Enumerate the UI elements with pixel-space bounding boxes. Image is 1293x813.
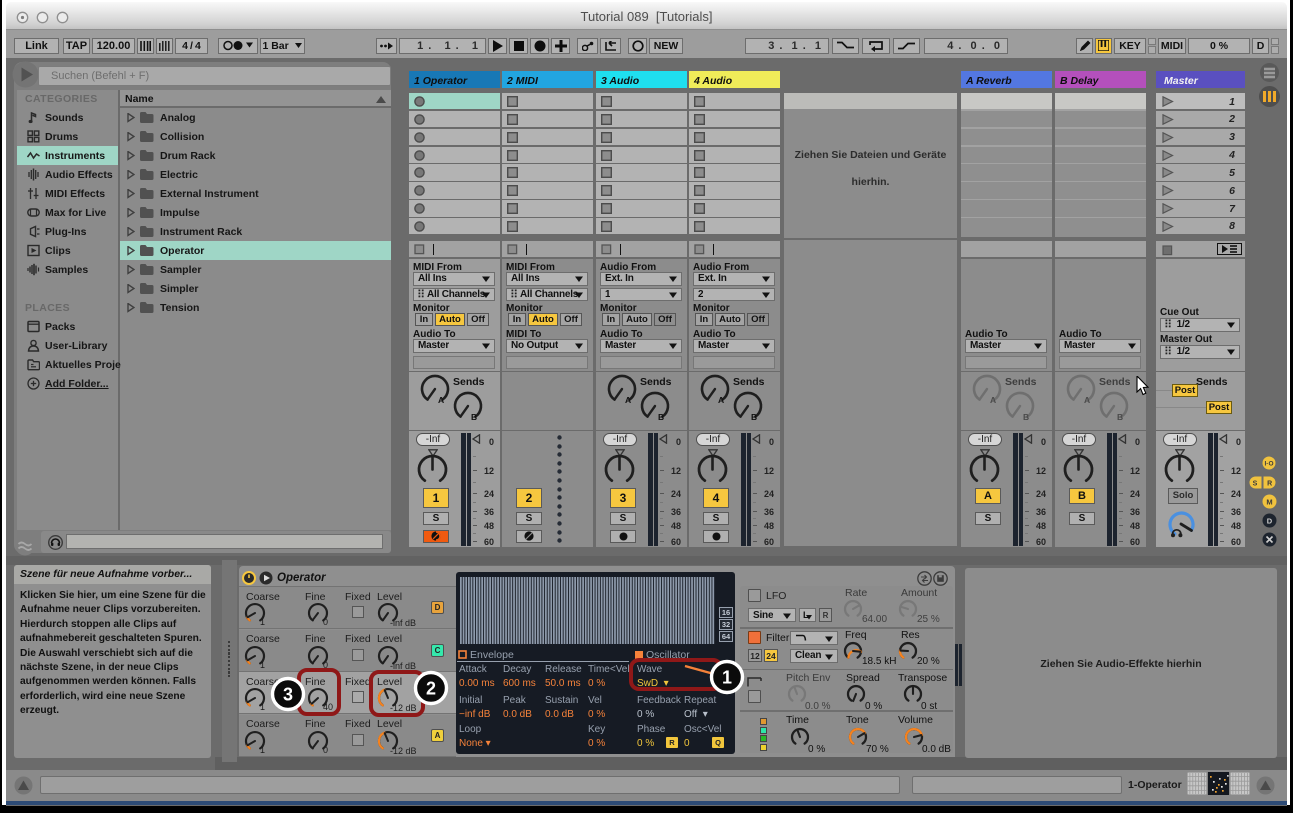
svg-text:2: 2 xyxy=(426,679,436,699)
svg-text:S: S xyxy=(1253,481,1258,488)
svg-text:I·O: I·O xyxy=(1264,461,1273,468)
svg-text:1: 1 xyxy=(722,668,732,688)
svg-text:D: D xyxy=(1267,516,1273,525)
svg-text:M: M xyxy=(1266,497,1272,506)
svg-text:R: R xyxy=(1267,481,1272,488)
svg-text:3: 3 xyxy=(283,685,293,705)
